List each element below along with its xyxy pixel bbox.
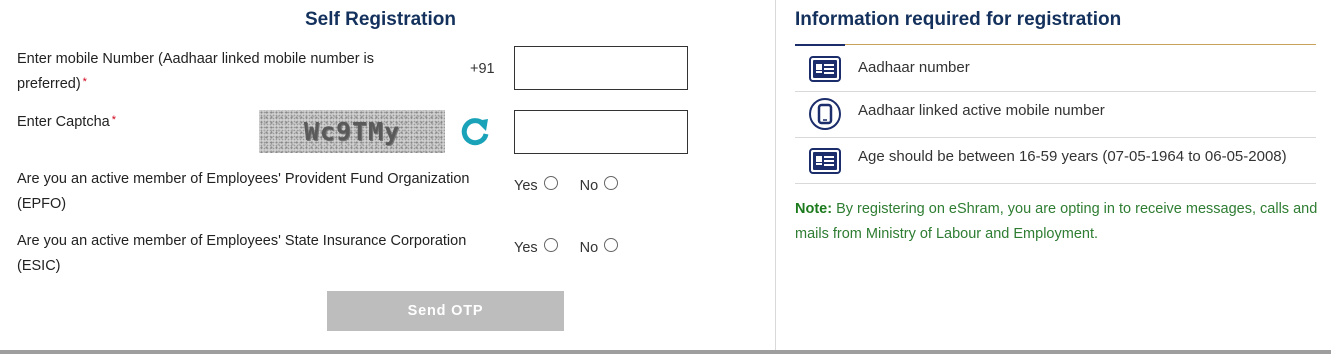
epfo-no-option[interactable]: No	[579, 176, 619, 194]
captcha-image: Wc9TMy	[259, 110, 445, 153]
registration-page: Self Registration Enter mobile Number (A…	[0, 0, 1331, 354]
id-card-icon	[809, 56, 841, 82]
captcha-input[interactable]	[514, 110, 688, 154]
esic-yes-label: Yes	[514, 240, 538, 256]
registration-note: Note: By registering on eShram, you are …	[795, 197, 1320, 247]
epfo-yes-label: Yes	[514, 178, 538, 194]
info-item-aadhaar: Aadhaar number	[795, 46, 1316, 92]
mobile-phone-icon	[809, 98, 841, 130]
esic-no-option[interactable]: No	[579, 238, 619, 256]
info-title: Information required for registration	[795, 9, 1122, 30]
refresh-captcha-icon[interactable]	[458, 115, 492, 149]
info-item-age: Age should be between 16-59 years (07-05…	[795, 138, 1316, 184]
esic-yes-radio[interactable]	[543, 238, 558, 252]
info-item-text: Aadhaar linked active mobile number	[858, 102, 1105, 119]
captcha-label: Enter Captcha *	[17, 114, 116, 130]
esic-question: Are you an active member of Employees' S…	[17, 233, 467, 274]
epfo-question: Are you an active member of Employees' P…	[17, 171, 470, 212]
id-card-icon	[809, 148, 841, 174]
info-item-text: Age should be between 16-59 years (07-05…	[858, 148, 1287, 165]
required-mark: *	[111, 114, 116, 126]
info-item-text: Aadhaar number	[858, 59, 970, 76]
country-code-prefix: +91	[470, 61, 495, 77]
note-prefix: Note:	[795, 201, 833, 217]
esic-no-label: No	[579, 240, 599, 256]
esic-yes-option[interactable]: Yes	[514, 238, 558, 256]
send-otp-button[interactable]: Send OTP	[327, 291, 564, 331]
esic-radio-group: Yes No	[514, 238, 619, 256]
bottom-border	[0, 350, 1331, 354]
form-title: Self Registration	[305, 9, 456, 30]
esic-no-radio[interactable]	[604, 238, 619, 252]
self-registration-form: Self Registration Enter mobile Number (A…	[0, 0, 775, 350]
epfo-yes-radio[interactable]	[543, 176, 558, 190]
title-underline	[795, 44, 1316, 45]
note-text: By registering on eShram, you are opting…	[795, 201, 1318, 242]
mobile-label: Enter mobile Number (Aadhaar linked mobi…	[17, 51, 375, 92]
info-item-mobile: Aadhaar linked active mobile number	[795, 92, 1316, 138]
epfo-no-label: No	[579, 178, 599, 194]
epfo-radio-group: Yes No	[514, 176, 619, 194]
panel-divider	[775, 0, 776, 350]
epfo-yes-option[interactable]: Yes	[514, 176, 558, 194]
epfo-no-radio[interactable]	[604, 176, 619, 190]
mobile-number-input[interactable]	[514, 46, 688, 90]
required-mark: *	[82, 76, 87, 88]
